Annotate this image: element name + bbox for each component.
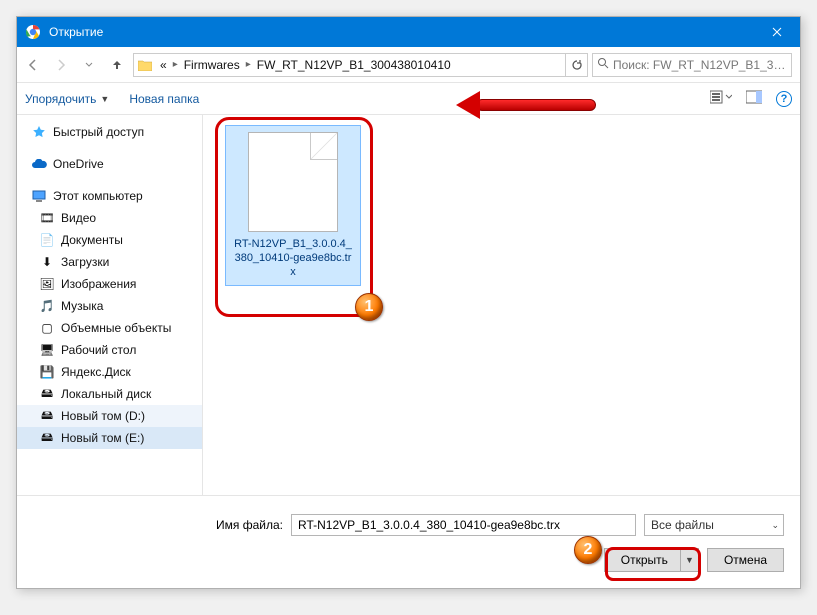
view-options-button[interactable] <box>710 90 732 107</box>
nav-downloads[interactable]: ⬇ Загрузки <box>17 251 202 273</box>
organize-label: Упорядочить <box>25 92 96 106</box>
document-icon: 📄 <box>39 232 55 248</box>
crumb-ellipsis[interactable]: « <box>156 58 171 72</box>
folder-icon <box>134 59 156 71</box>
download-icon: ⬇ <box>39 254 55 270</box>
chevron-right-icon: ▸ <box>244 59 253 70</box>
organize-menu[interactable]: Упорядочить ▼ <box>25 92 109 106</box>
nav-drive-d[interactable]: 🖴 Новый том (D:) <box>17 405 202 427</box>
nav-music[interactable]: 🎵 Музыка <box>17 295 202 317</box>
nav-label: Объемные объекты <box>61 321 171 335</box>
chevron-right-icon: ▸ <box>171 59 180 70</box>
chevron-down-icon: ⌄ <box>771 520 779 531</box>
dialog-title: Открытие <box>49 25 754 39</box>
nav-documents[interactable]: 📄 Документы <box>17 229 202 251</box>
open-label: Открыть <box>621 553 668 567</box>
filter-label: Все файлы <box>651 518 714 532</box>
nav-onedrive[interactable]: OneDrive <box>17 153 202 175</box>
video-icon: 🎞 <box>39 210 55 226</box>
nav-label: Видео <box>61 211 96 225</box>
file-name: RT-N12VP_B1_3.0.0.4_380_10410-gea9e8bc.t… <box>232 238 354 279</box>
nav-label: Локальный диск <box>61 387 151 401</box>
nav-label: OneDrive <box>53 157 104 171</box>
open-button[interactable]: Открыть ▼ <box>604 548 699 572</box>
chrome-icon <box>25 24 41 40</box>
nav-label: Яндекс.Диск <box>61 365 131 379</box>
drive-icon: 🖴 <box>39 386 55 402</box>
annotation-balloon-1: 1 <box>355 293 383 321</box>
nav-tree[interactable]: Быстрый доступ OneDrive Этот компьютер 🎞… <box>17 115 203 495</box>
chevron-down-icon: ▼ <box>100 94 109 104</box>
file-open-dialog: Открытие « ▸ Firmwares ▸ FW_RT_N12VP_B1_… <box>16 16 801 589</box>
open-dropdown[interactable]: ▼ <box>680 549 698 571</box>
nav-label: Этот компьютер <box>53 189 143 203</box>
nav-quick-access[interactable]: Быстрый доступ <box>17 121 202 143</box>
search-input[interactable]: Поиск: FW_RT_N12VP_B1_300... <box>592 53 792 77</box>
cloud-icon <box>31 156 47 172</box>
toolbar: Упорядочить ▼ Новая папка ? <box>17 83 800 115</box>
crumb-firmwares[interactable]: Firmwares <box>180 58 244 72</box>
file-thumbnail <box>248 132 338 232</box>
cancel-button[interactable]: Отмена <box>707 548 784 572</box>
music-icon: 🎵 <box>39 298 55 314</box>
nav-yandex-disk[interactable]: 💾 Яндекс.Диск <box>17 361 202 383</box>
disk-icon: 💾 <box>39 364 55 380</box>
nav-label: Документы <box>61 233 123 247</box>
search-icon <box>597 57 609 72</box>
new-folder-button[interactable]: Новая папка <box>129 92 199 106</box>
picture-icon: 🖼 <box>39 276 55 292</box>
desktop-icon: 🖥 <box>39 342 55 358</box>
nav-desktop[interactable]: 🖥 Рабочий стол <box>17 339 202 361</box>
preview-pane-button[interactable] <box>746 90 762 107</box>
nav-drive-e[interactable]: 🖴 Новый том (E:) <box>17 427 202 449</box>
close-button[interactable] <box>754 17 800 47</box>
nav-label: Новый том (E:) <box>61 431 144 445</box>
nav-label: Загрузки <box>61 255 109 269</box>
annotation-balloon-2: 2 <box>574 536 602 564</box>
file-list[interactable]: RT-N12VP_B1_3.0.0.4_380_10410-gea9e8bc.t… <box>203 115 800 495</box>
nav-label: Быстрый доступ <box>53 125 144 139</box>
recent-dropdown[interactable] <box>77 53 101 77</box>
cube-icon: ▢ <box>39 320 55 336</box>
address-bar[interactable]: « ▸ Firmwares ▸ FW_RT_N12VP_B1_300438010… <box>133 53 588 77</box>
help-button[interactable]: ? <box>776 91 792 107</box>
nav-this-pc[interactable]: Этот компьютер <box>17 185 202 207</box>
drive-icon: 🖴 <box>39 430 55 446</box>
drive-icon: 🖴 <box>39 408 55 424</box>
file-type-filter[interactable]: Все файлы ⌄ <box>644 514 784 536</box>
star-icon <box>31 124 47 140</box>
dialog-footer: Имя файла: RT-N12VP_B1_3.0.0.4_380_10410… <box>17 495 800 588</box>
filename-input[interactable]: RT-N12VP_B1_3.0.0.4_380_10410-gea9e8bc.t… <box>291 514 636 536</box>
title-bar: Открытие <box>17 17 800 47</box>
back-button[interactable] <box>21 53 45 77</box>
filename-label: Имя файла: <box>33 518 283 532</box>
breadcrumb[interactable]: « ▸ Firmwares ▸ FW_RT_N12VP_B1_300438010… <box>156 54 455 76</box>
nav-pictures[interactable]: 🖼 Изображения <box>17 273 202 295</box>
nav-label: Рабочий стол <box>61 343 136 357</box>
up-button[interactable] <box>105 53 129 77</box>
nav-label: Новый том (D:) <box>61 409 145 423</box>
search-placeholder: Поиск: FW_RT_N12VP_B1_300... <box>613 58 787 72</box>
nav-local-disk[interactable]: 🖴 Локальный диск <box>17 383 202 405</box>
filename-value: RT-N12VP_B1_3.0.0.4_380_10410-gea9e8bc.t… <box>298 518 560 532</box>
nav-row: « ▸ Firmwares ▸ FW_RT_N12VP_B1_300438010… <box>17 47 800 83</box>
pc-icon <box>31 188 47 204</box>
file-item[interactable]: RT-N12VP_B1_3.0.0.4_380_10410-gea9e8bc.t… <box>225 125 361 286</box>
nav-videos[interactable]: 🎞 Видео <box>17 207 202 229</box>
refresh-button[interactable] <box>565 54 587 76</box>
nav-label: Изображения <box>61 277 136 291</box>
nav-3d-objects[interactable]: ▢ Объемные объекты <box>17 317 202 339</box>
crumb-current[interactable]: FW_RT_N12VP_B1_300438010410 <box>253 58 455 72</box>
forward-button[interactable] <box>49 53 73 77</box>
nav-label: Музыка <box>61 299 103 313</box>
